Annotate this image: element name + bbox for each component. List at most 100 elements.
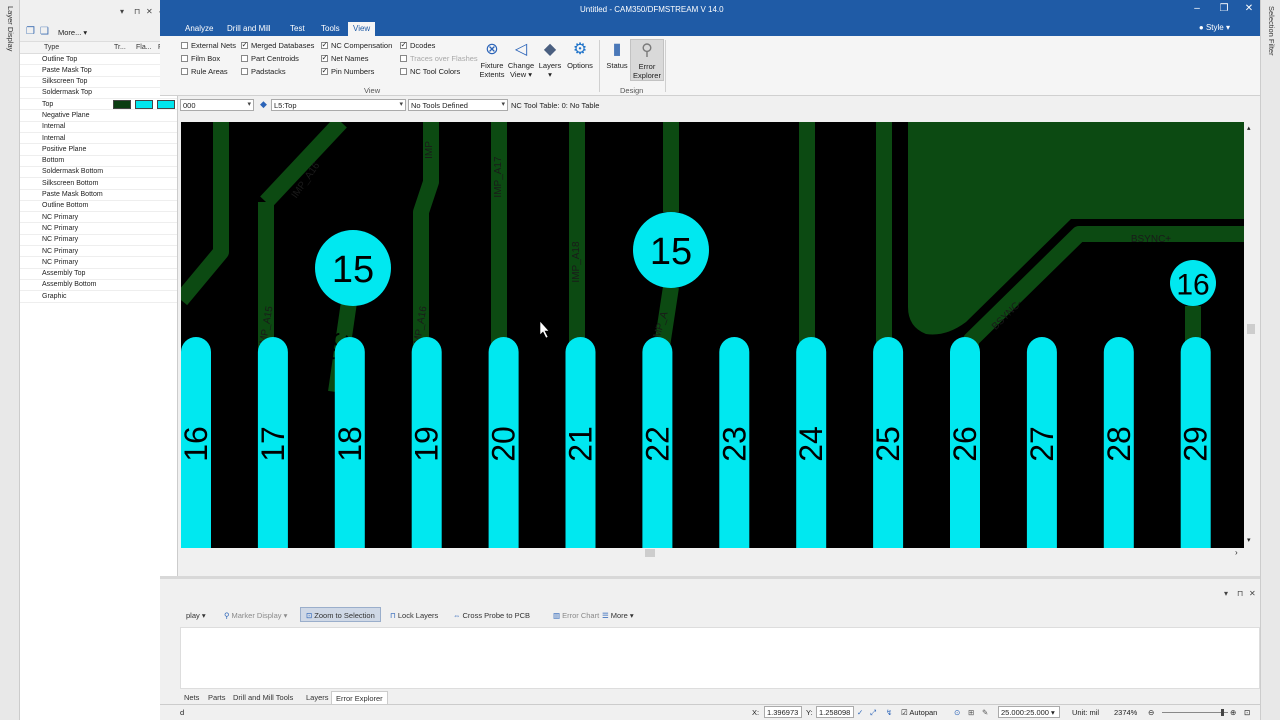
pad[interactable]: 21 (563, 337, 599, 548)
layer-row[interactable]: Paste Mask Bottom (20, 190, 177, 201)
layer-row[interactable]: NC Primary (20, 235, 177, 247)
tab-drill-and-mill[interactable]: Drill and Mill (222, 22, 276, 36)
layer-row[interactable]: Outline Bottom (20, 201, 177, 213)
vertical-scrollbar[interactable]: ▴ ▾ (1244, 122, 1258, 548)
layer-row[interactable]: Assembly Bottom (20, 280, 177, 292)
checkbox-pin-numbers[interactable]: Pin Numbers (321, 66, 374, 76)
column-type[interactable]: Type (20, 42, 112, 53)
zoom-fit-icon[interactable]: ⊡ (1244, 708, 1250, 717)
scroll-down-icon[interactable]: ▾ (1247, 536, 1251, 544)
layer-row[interactable]: Top (20, 99, 177, 111)
marker-display-button[interactable]: ⚲ Marker Display ▾ (218, 607, 293, 622)
snap-mode-icon[interactable]: ⤢ (870, 708, 876, 718)
more-button[interactable]: ☰ More ▾ (596, 607, 640, 622)
layer-row[interactable]: Silkscreen Top (20, 77, 177, 88)
pad[interactable]: 28 (1101, 337, 1137, 548)
more-dropdown[interactable]: More... ▾ (58, 28, 87, 37)
layer-row[interactable]: Negative Plane (20, 110, 177, 122)
layer-row[interactable]: Positive Plane (20, 144, 177, 156)
pad[interactable]: 29 (1178, 337, 1214, 548)
via[interactable]: 15 (633, 212, 709, 288)
pad[interactable]: 20 (486, 337, 522, 548)
layer-row[interactable]: Soldermask Top (20, 88, 177, 100)
panel-close-icon[interactable]: ✕ (1249, 589, 1256, 598)
tab-nets[interactable]: Nets (180, 691, 203, 705)
layer-row[interactable]: Graphic (20, 291, 177, 303)
grid-edit-icon[interactable]: ✎ (982, 708, 988, 717)
nc-tools-combo[interactable]: No Tools Defined ▾ (408, 99, 508, 111)
layer-row[interactable]: Paste Mask Top (20, 65, 177, 77)
layer-color-swatch[interactable] (135, 100, 154, 110)
layer-row[interactable]: Silkscreen Bottom (20, 178, 177, 190)
zoom-out-icon[interactable]: ⊖ (1148, 708, 1154, 717)
grid-size-combo[interactable]: 25.000:25.000 ▾ (998, 706, 1060, 718)
minimize-icon[interactable]: – (1190, 3, 1204, 14)
panel-dropdown-icon[interactable]: ▾ (1224, 589, 1228, 598)
error-button[interactable]: ⚲ Error Explorer (630, 39, 664, 81)
pcb-canvas[interactable]: IMP_A16 IMP IMP_A17 IMP_A18 IMP_A15 IMP_A16 IM… (181, 122, 1244, 548)
pan-mode-icon[interactable]: ↯ (886, 708, 892, 717)
layer-row[interactable]: NC Primary (20, 223, 177, 235)
panel-pin-icon[interactable]: ⊓ (134, 7, 140, 16)
grid-snap-icon[interactable]: ⊙ (954, 708, 960, 717)
horizontal-scroll-thumb[interactable] (645, 549, 655, 557)
tab-tools[interactable]: Tools (316, 22, 345, 36)
layer-row[interactable]: NC Primary (20, 257, 177, 269)
grid-display-icon[interactable]: ⊞ (968, 708, 974, 717)
error-explorer-content[interactable] (180, 627, 1260, 689)
close-icon[interactable]: ✕ (1242, 3, 1256, 14)
checkbox-film-box[interactable]: Film Box (181, 54, 220, 63)
zoom-in-icon[interactable]: ⊕ (1230, 708, 1236, 717)
scroll-up-icon[interactable]: ▴ (1247, 124, 1251, 132)
layer-color-swatch[interactable] (157, 100, 175, 110)
restore-icon[interactable]: ❐ (1217, 3, 1231, 14)
pad[interactable]: 26 (947, 337, 983, 548)
scroll-right-icon[interactable]: › (1235, 548, 1238, 557)
pad[interactable]: 18 (332, 337, 368, 548)
cross-probe-to-pcb-button[interactable]: ⇔ Cross Probe to PCB (447, 607, 536, 622)
checkbox-rule-areas[interactable]: Rule Areas (181, 67, 228, 76)
via[interactable]: 16 (1170, 260, 1216, 306)
checkbox-padstacks[interactable]: Padstacks (241, 67, 286, 76)
tab-parts[interactable]: Parts (204, 691, 230, 705)
play-button[interactable]: play ▾ (180, 607, 212, 622)
layer-row[interactable]: Internal (20, 133, 177, 145)
checkbox-nc-tool-colors[interactable]: NC Tool Colors (400, 67, 460, 76)
layer-row[interactable]: Assembly Top (20, 269, 177, 280)
checkbox-net-names[interactable]: Net Names (321, 53, 369, 63)
via[interactable]: 15 (315, 230, 391, 306)
snap-check-icon[interactable]: ✓ (857, 708, 863, 717)
tab-test[interactable]: Test (285, 22, 310, 36)
autopan-checkbox[interactable]: ☑ Autopan (901, 708, 937, 717)
layer-combo[interactable]: L5:Top ▾ (271, 99, 406, 111)
layer-display-sidebar-tab[interactable]: Layer Display (0, 0, 20, 720)
zoom-slider-thumb[interactable] (1221, 709, 1224, 716)
pcb-drawing[interactable]: IMP_A16IMPIMP_A17IMP_A18IMP_A15 IMP_A16 IM… (181, 122, 1244, 548)
layer-color-swatch[interactable] (113, 100, 132, 110)
layer-row[interactable]: Internal (20, 122, 177, 134)
zoom-to-selection-button[interactable]: ⊡ Zoom to Selection (300, 607, 381, 622)
pad[interactable]: 22 (639, 337, 675, 548)
copy-icon[interactable]: ❐ (26, 26, 35, 37)
pad[interactable]: 23 (716, 337, 752, 548)
tab-view[interactable]: View (348, 22, 376, 36)
paste-icon[interactable]: ❏ (40, 26, 49, 37)
pad[interactable]: 17 (255, 337, 291, 548)
status-button[interactable]: ▮ Status (600, 39, 634, 70)
pad[interactable]: 16 (181, 337, 214, 548)
tab-analyze[interactable]: Analyze (180, 22, 218, 36)
layers-button[interactable]: ◆ Layers ▾ (533, 39, 567, 79)
pad[interactable]: 19 (409, 337, 445, 548)
checkbox-part-centroids[interactable]: Part Centroids (241, 54, 299, 63)
pad[interactable]: 27 (1024, 337, 1060, 548)
layer-row[interactable]: Outline Top (20, 54, 177, 66)
vertical-scroll-thumb[interactable] (1247, 324, 1255, 334)
selection-filter-sidebar-tab[interactable]: Selection Filter (1260, 0, 1280, 720)
panel-pin-icon[interactable]: ⊓ (1237, 589, 1243, 598)
panel-dropdown-icon[interactable]: ▾ (120, 7, 124, 16)
zoom-combo[interactable]: 000 ▾ (180, 99, 254, 111)
checkbox-nc-compensation[interactable]: NC Compensation (321, 40, 392, 50)
checkbox-traces-over-flashes[interactable]: Traces over Flashes (400, 54, 478, 63)
column-fla[interactable]: Fla... (134, 42, 156, 53)
options-button[interactable]: ⚙ Options (563, 39, 597, 70)
